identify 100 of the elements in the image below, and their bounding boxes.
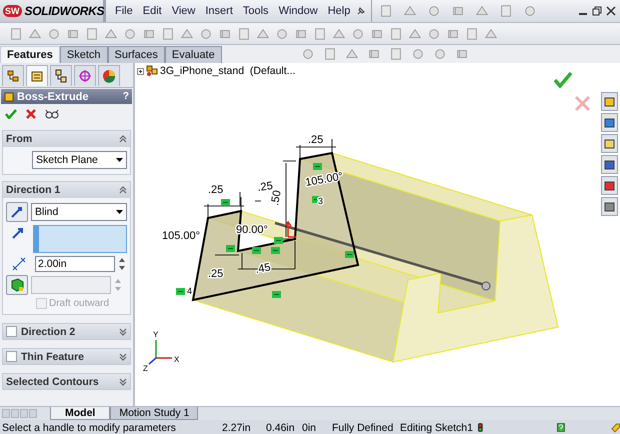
manager-tab[interactable] (26, 65, 48, 86)
tool-icon (300, 47, 315, 61)
panel-title: Boss-Extrude (17, 90, 90, 102)
expand-icon[interactable] (119, 352, 127, 360)
collapse-icon[interactable] (119, 186, 127, 194)
expand-icon[interactable] (119, 328, 127, 336)
bottom-tab[interactable]: Model (50, 407, 110, 420)
toolbar-button[interactable] (464, 26, 480, 42)
toolbar-button[interactable] (388, 26, 404, 42)
preview-glasses-icon[interactable] (45, 109, 59, 119)
toolbar-button[interactable] (160, 26, 176, 42)
section-checkbox[interactable] (6, 351, 17, 362)
tool-icon (427, 4, 442, 18)
axis-triad-icon (148, 340, 172, 365)
dimension-label[interactable]: .25 (208, 268, 224, 280)
dimension-label[interactable]: 105.00° (162, 230, 200, 242)
axis-label: X (174, 355, 180, 364)
command-tab[interactable]: Evaluate (164, 46, 222, 63)
property-sheet-icon (30, 69, 44, 83)
draft-button[interactable] (6, 275, 28, 295)
task-pane-tab[interactable] (601, 134, 618, 153)
toolbar-button[interactable] (312, 26, 328, 42)
tool-icon (408, 26, 422, 40)
depth-field[interactable]: 2.00in (35, 256, 115, 272)
tool-icon (366, 47, 381, 61)
task-pane-tab[interactable] (601, 197, 618, 216)
manager-tab[interactable] (50, 65, 72, 86)
tool-icon (454, 47, 469, 61)
cancel-icon[interactable] (26, 109, 36, 119)
command-tab[interactable]: Surfaces (108, 46, 165, 63)
dimension-label[interactable]: .25 (308, 134, 324, 146)
cancel-icon[interactable] (574, 95, 591, 112)
configuration-icon (54, 69, 68, 83)
menu-item[interactable]: File (110, 3, 138, 19)
relation-count: 4 (187, 286, 192, 296)
spinner-icon (114, 277, 122, 293)
task-pane-icon (604, 117, 615, 128)
tool-icon (351, 26, 365, 40)
help-icon[interactable] (556, 422, 565, 433)
ok-check-icon[interactable] (5, 109, 17, 119)
axis-label: Y (153, 330, 158, 339)
menu-item[interactable]: Edit (138, 3, 167, 19)
tool-icon (432, 47, 447, 61)
tool-icon (410, 47, 425, 61)
feature-tree-item[interactable]: 3G_iPhone_stand (Default... (160, 65, 296, 77)
section-title: Thin Feature (21, 350, 86, 362)
dimension-label[interactable]: .25 (208, 184, 224, 196)
expand-icon[interactable] (119, 378, 127, 386)
tool-icon (275, 26, 289, 40)
dimension-label[interactable]: .45 (254, 261, 272, 276)
reverse-direction-button[interactable] (6, 202, 28, 222)
tool-icon (344, 47, 359, 61)
menu-item[interactable]: Tools (238, 3, 274, 19)
status-text: 0.46in (266, 422, 296, 434)
menu-item[interactable]: Window (274, 3, 323, 19)
feature-tree-icon (6, 69, 20, 83)
task-pane-tab[interactable] (601, 176, 618, 195)
end-condition-dropdown[interactable]: Blind (31, 203, 127, 221)
dimension-label[interactable]: 105.00° (304, 170, 344, 189)
bottom-tab[interactable]: Motion Study 1 (110, 407, 198, 420)
collapsed-section[interactable]: Thin Feature (2, 348, 131, 365)
menu-item[interactable]: Insert (200, 3, 238, 19)
menu-item[interactable]: View (166, 3, 200, 19)
command-tab[interactable]: Sketch (60, 46, 108, 63)
crosshair-icon (78, 69, 92, 83)
collapsed-section[interactable]: Selected Contours (2, 373, 131, 390)
task-pane-icon (604, 159, 615, 170)
menu-item[interactable]: Help (322, 3, 356, 19)
tool-icon (451, 4, 466, 18)
ok-check-icon[interactable] (553, 71, 573, 88)
tool-icon (465, 26, 479, 40)
tag-icon[interactable] (610, 422, 620, 434)
pin-icon[interactable] (355, 5, 368, 17)
task-pane-tab[interactable] (601, 113, 618, 132)
arrows-icon (10, 205, 24, 219)
expand-plus-icon[interactable] (137, 68, 144, 74)
tool-icon (332, 26, 346, 40)
tool-icon (47, 26, 61, 40)
close-icon[interactable] (606, 6, 616, 16)
toolbar-button[interactable] (84, 26, 100, 42)
section-title: Direction 2 (21, 326, 76, 338)
collapse-icon[interactable] (119, 135, 127, 143)
draft-icon (10, 278, 24, 292)
task-pane-icon (604, 96, 615, 107)
help-button[interactable]: ? (122, 91, 129, 102)
manager-tab[interactable] (2, 65, 24, 86)
toolbar-button[interactable] (8, 26, 24, 42)
toolbar-button[interactable] (236, 26, 252, 42)
relation-icon[interactable] (312, 196, 321, 203)
section-checkbox[interactable] (6, 326, 17, 337)
from-dropdown[interactable]: Sketch Plane (32, 151, 127, 169)
task-pane-tab[interactable] (601, 155, 618, 174)
collapsed-section[interactable]: Direction 2 (2, 323, 131, 340)
task-pane-icon (604, 201, 615, 212)
command-tab[interactable]: Features (0, 46, 60, 63)
checkbox-label: Draft outward (49, 298, 110, 309)
restore-icon[interactable] (592, 6, 602, 16)
tool-icon (161, 26, 175, 40)
spinner-icon[interactable] (118, 256, 126, 272)
task-pane-tab[interactable] (601, 92, 618, 111)
